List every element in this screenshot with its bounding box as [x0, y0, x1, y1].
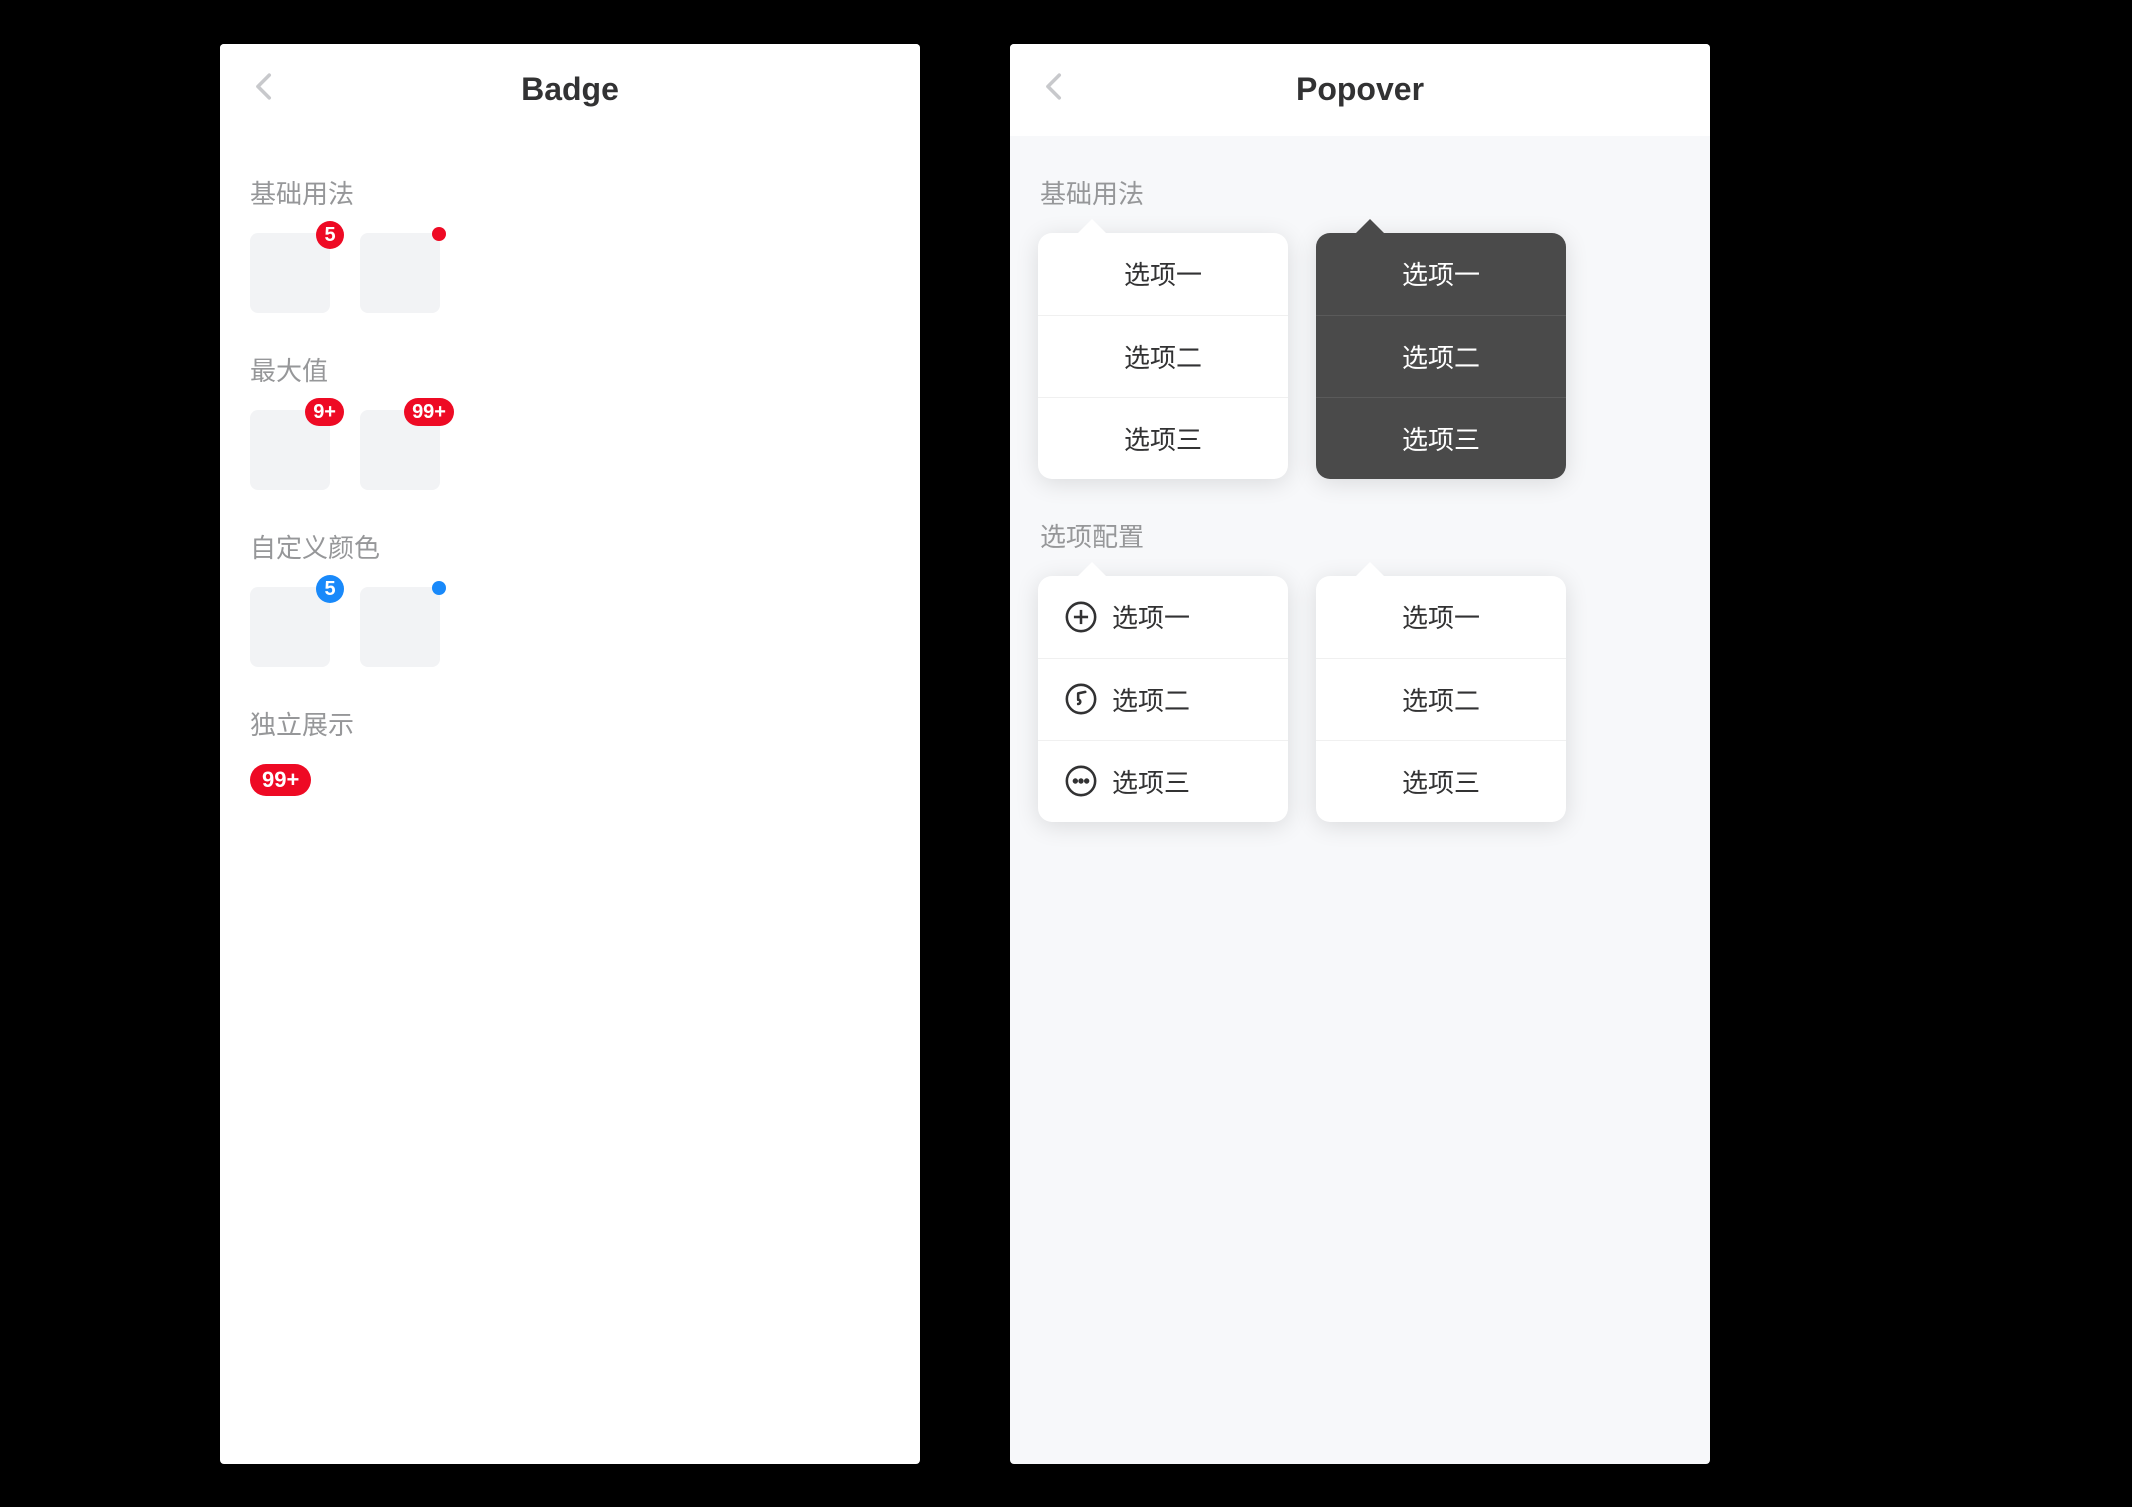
- back-icon[interactable]: [248, 69, 282, 110]
- music-circle-icon: [1064, 682, 1098, 716]
- more-circle-icon: [1064, 764, 1098, 798]
- popover-option-label: 选项二: [1112, 681, 1190, 718]
- popover-option-label: 选项三: [1112, 763, 1190, 800]
- popover-option-label: 选项二: [1124, 338, 1202, 375]
- popover-option[interactable]: 选项二: [1038, 315, 1288, 397]
- popover-option[interactable]: 选项二: [1038, 658, 1288, 740]
- popover-option[interactable]: 选项一: [1316, 233, 1566, 315]
- popover-option-label: 选项三: [1124, 420, 1202, 457]
- popover-option-label: 选项三: [1402, 420, 1480, 457]
- badge-row-standalone: 99+: [220, 764, 920, 796]
- popover-with-disabled: 选项一 选项二 选项三: [1316, 576, 1566, 822]
- popover-light: 选项一 选项二 选项三: [1038, 233, 1288, 479]
- popover-row-basic: 选项一 选项二 选项三 选项一 选项二 选项三: [1010, 233, 1710, 479]
- section-title-basic: 基础用法: [220, 136, 920, 233]
- popover-demo-screen: Popover 基础用法 选项一 选项二 选项三 选项一 选项二 选项三 选项配…: [1010, 44, 1710, 1464]
- popover-row-config: 选项一 选项二 选项三 选项一 选项二 选项三: [1010, 576, 1710, 822]
- badge-count: 99+: [404, 398, 454, 426]
- popover-option[interactable]: 选项一: [1038, 576, 1288, 658]
- plus-circle-icon: [1064, 600, 1098, 634]
- badge-standalone: 99+: [250, 764, 311, 796]
- popover-option[interactable]: 选项三: [1038, 740, 1288, 822]
- popover-option[interactable]: 选项二: [1316, 315, 1566, 397]
- popover-dark: 选项一 选项二 选项三: [1316, 233, 1566, 479]
- badge-item: [360, 587, 440, 667]
- badge-placeholder-box: [250, 233, 330, 313]
- badge-placeholder-box: [360, 233, 440, 313]
- navbar: Popover: [1010, 44, 1710, 136]
- navbar: Badge: [220, 44, 920, 136]
- section-title-standalone: 独立展示: [220, 667, 920, 764]
- badge-dot: [432, 227, 446, 241]
- section-title-max: 最大值: [220, 313, 920, 410]
- popover-option[interactable]: 选项三: [1038, 397, 1288, 479]
- badge-item: 99+: [360, 410, 440, 490]
- badge-item: 9+: [250, 410, 330, 490]
- popover-option-label: 选项三: [1402, 763, 1480, 800]
- badge-item: [360, 233, 440, 313]
- badge-placeholder-box: [360, 587, 440, 667]
- badge-item: 5: [250, 587, 330, 667]
- popover-option[interactable]: 选项三: [1316, 740, 1566, 822]
- badge-dot-blue: [432, 581, 446, 595]
- popover-option[interactable]: 选项一: [1038, 233, 1288, 315]
- popover-option-disabled: 选项一: [1316, 576, 1566, 658]
- badge-row-max: 9+ 99+: [220, 410, 920, 490]
- badge-count-blue: 5: [316, 575, 344, 603]
- badge-count: 9+: [305, 398, 344, 426]
- popover-option-label: 选项一: [1402, 255, 1480, 292]
- badge-placeholder-box: [250, 587, 330, 667]
- popover-option-disabled: 选项二: [1316, 658, 1566, 740]
- popover-option-label: 选项二: [1402, 338, 1480, 375]
- page-title: Badge: [521, 71, 619, 108]
- section-title-custom-color: 自定义颜色: [220, 490, 920, 587]
- badge-item: 5: [250, 233, 330, 313]
- badge-count: 5: [316, 221, 344, 249]
- badge-row-basic: 5: [220, 233, 920, 313]
- back-icon[interactable]: [1038, 69, 1072, 110]
- popover-option-label: 选项二: [1402, 681, 1480, 718]
- popover-option[interactable]: 选项三: [1316, 397, 1566, 479]
- page-title: Popover: [1296, 71, 1424, 108]
- badge-row-custom: 5: [220, 587, 920, 667]
- popover-with-icons: 选项一 选项二 选项三: [1038, 576, 1288, 822]
- badge-demo-screen: Badge 基础用法 5 最大值 9+ 99+ 自定义颜色: [220, 44, 920, 1464]
- popover-option-label: 选项一: [1402, 598, 1480, 635]
- popover-option-label: 选项一: [1124, 255, 1202, 292]
- popover-option-label: 选项一: [1112, 598, 1190, 635]
